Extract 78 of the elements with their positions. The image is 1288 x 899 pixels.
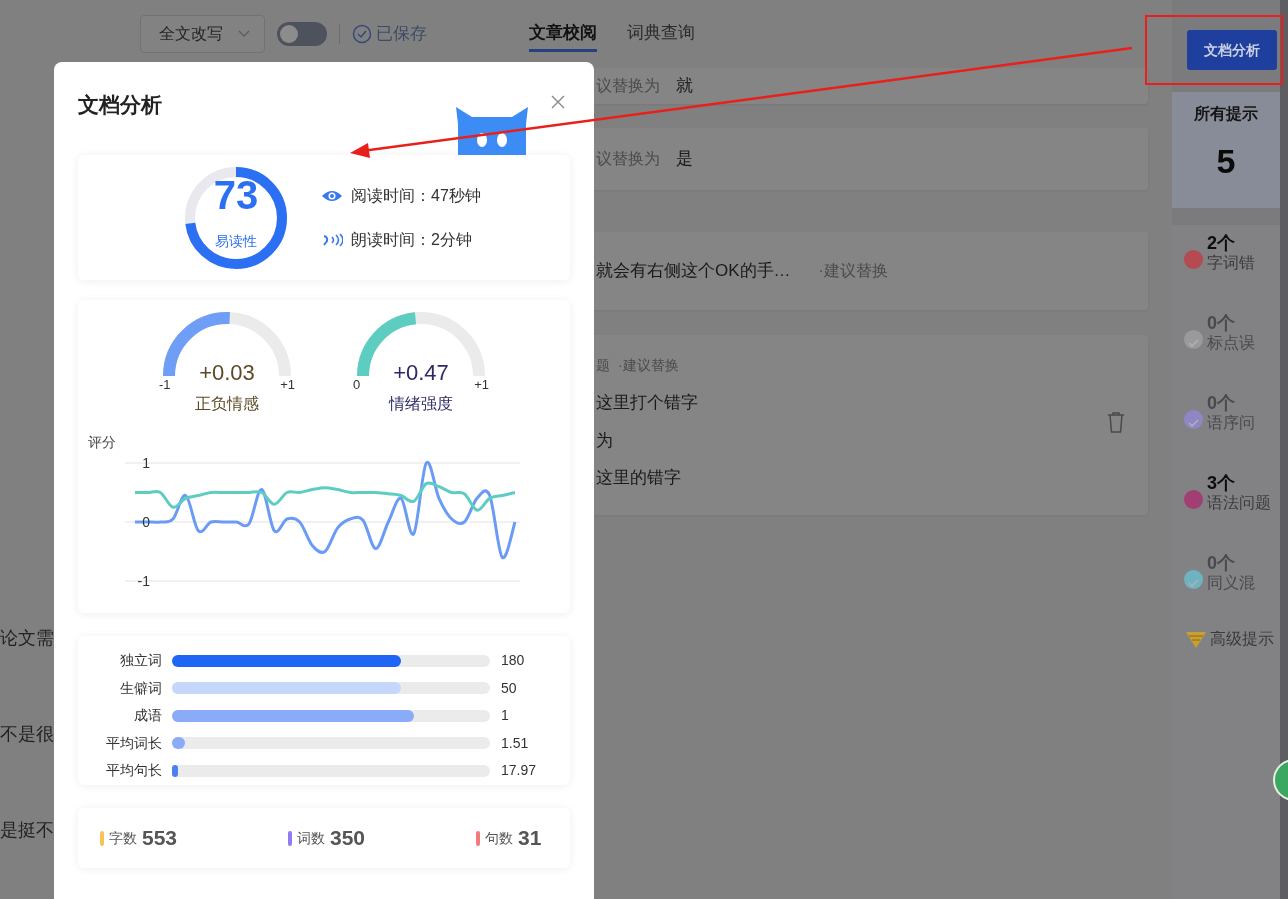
suggestion-card[interactable]: 议替换为 就 xyxy=(594,68,1148,104)
stat-label: 平均词长 xyxy=(105,733,162,753)
suggestion-card[interactable]: 议替换为 是 xyxy=(594,128,1148,190)
stat-value: 17.97 xyxy=(501,761,537,781)
change-label: 为 xyxy=(596,429,614,452)
axis-title: 评分 xyxy=(88,433,116,452)
gauge-label: 情绪强度 xyxy=(387,394,454,414)
diamond-icon xyxy=(1184,629,1208,649)
category-label: 语法问题 xyxy=(1207,493,1271,513)
premium-link[interactable]: 高级提示 xyxy=(1210,627,1274,651)
scrollbar[interactable] xyxy=(1280,0,1288,899)
stat-label: 独立词 xyxy=(119,651,162,671)
count-label: 字数 xyxy=(109,828,137,848)
count-value: 553 xyxy=(142,825,178,852)
stat-value: 180 xyxy=(501,651,525,671)
category-count: 0个 xyxy=(1207,553,1236,573)
replacement-text: 是 xyxy=(676,148,693,171)
editor-text: 不是很 xyxy=(0,723,54,746)
eye-icon xyxy=(321,188,343,203)
category-label: 语序问 xyxy=(1207,413,1255,433)
gauge-label: 正负情感 xyxy=(194,394,260,414)
suggestion-hint: 议替换为 xyxy=(596,149,660,169)
modal-title: 文档分析 xyxy=(78,92,162,118)
stat-value: 1 xyxy=(501,706,509,726)
gauge-value: +0.47 xyxy=(392,359,450,387)
count-value: 31 xyxy=(518,825,542,852)
category-label: 题 xyxy=(596,356,610,375)
stat-label: 平均句长 xyxy=(105,761,162,781)
count-value: 350 xyxy=(330,825,366,852)
tab[interactable]: 词典查询 xyxy=(627,15,695,53)
category-count: 0个 xyxy=(1207,393,1236,413)
readability-score: 73 xyxy=(212,172,260,217)
stat-value: 1.51 xyxy=(501,733,529,753)
time-info: 朗读时间：2分钟 xyxy=(351,229,472,250)
time-info: 阅读时间：47秒钟 xyxy=(351,185,481,206)
gauge-max: +1 xyxy=(474,376,489,394)
sound-wave-icon xyxy=(321,232,343,247)
summary-count: 5 xyxy=(1215,141,1237,182)
stat-label: 生僻词 xyxy=(119,678,162,698)
gauge-value: +0.03 xyxy=(198,359,256,387)
count-label: 句数 xyxy=(485,828,513,848)
save-status: 已保存 xyxy=(376,23,427,46)
replacement-text: 就 xyxy=(676,75,693,98)
count-label: 词数 xyxy=(297,828,325,848)
stat-label: 成语 xyxy=(133,706,162,726)
tick-label: 0 xyxy=(142,513,150,531)
summary-title: 所有提示 xyxy=(1193,104,1259,124)
category-count: 2个 xyxy=(1207,233,1236,253)
gauge-max: +1 xyxy=(280,376,295,394)
caret-icon xyxy=(238,30,250,38)
check-circle-icon xyxy=(352,24,372,44)
floating-button[interactable] xyxy=(1272,758,1288,802)
category-count: 3个 xyxy=(1207,473,1236,493)
category-label: 字词错 xyxy=(1207,253,1255,273)
corrected-text: 这里的错字 xyxy=(596,467,682,489)
original-text: 这里打个错字 xyxy=(596,392,699,414)
editor-text: 是挺不 xyxy=(0,819,54,842)
toggle-switch[interactable] xyxy=(277,22,327,46)
analysis-button[interactable]: 文档分析 xyxy=(1187,30,1277,70)
trash-icon[interactable] xyxy=(1106,411,1126,433)
suggestion-card[interactable]: 就会有右侧这个OK的手… ·建议替换 xyxy=(594,232,1148,310)
mode-select[interactable]: 全文改写 xyxy=(140,15,265,53)
suggestion-card[interactable]: 题 ·建议替换 这里打个错字 为 这里的错字 xyxy=(594,335,1148,515)
category-count: 0个 xyxy=(1207,313,1236,333)
suggestion-text: 就会有右侧这个OK的手… xyxy=(596,260,791,283)
editor-text: 论文需 xyxy=(0,627,54,650)
tick-label: 1 xyxy=(142,454,150,472)
gauge-min: -1 xyxy=(159,376,171,394)
stat-value: 50 xyxy=(501,678,517,698)
close-icon[interactable] xyxy=(550,94,566,110)
readability-label: 易读性 xyxy=(214,231,258,251)
gauge-min: 0 xyxy=(353,376,361,394)
suggestion-hint: ·建议替换 xyxy=(818,261,888,281)
suggestion-hint: 议替换为 xyxy=(596,76,660,96)
category-label: 同义混 xyxy=(1207,573,1255,593)
tick-label: -1 xyxy=(137,572,150,590)
tab[interactable]: 文章校阅 xyxy=(529,15,597,53)
suggestion-hint: ·建议替换 xyxy=(618,356,679,375)
